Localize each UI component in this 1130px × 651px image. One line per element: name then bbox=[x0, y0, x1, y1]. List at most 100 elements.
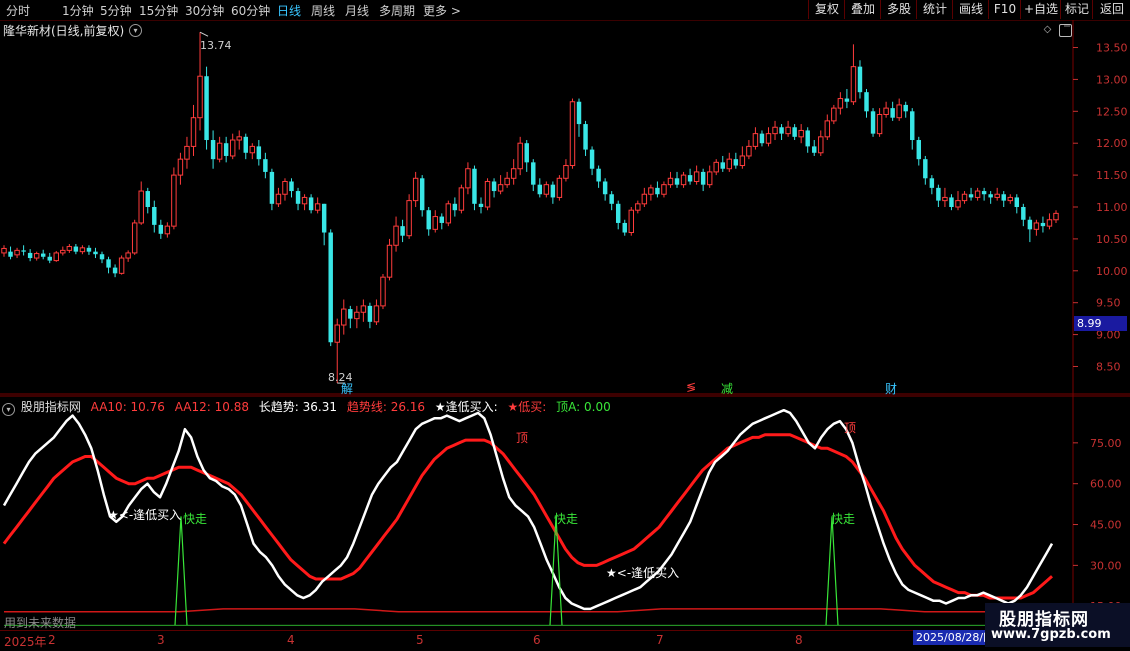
current-date-box: 2025/08/28/四 bbox=[913, 630, 988, 645]
candle-body bbox=[204, 76, 209, 141]
candle-body bbox=[1021, 207, 1026, 220]
candle-body bbox=[949, 197, 954, 207]
date-label: 3 bbox=[157, 633, 165, 647]
candle-body bbox=[125, 252, 131, 259]
candle-body bbox=[308, 197, 314, 211]
candle-body bbox=[497, 184, 504, 192]
candle-body bbox=[850, 66, 857, 103]
candle-body bbox=[216, 142, 223, 160]
candle-body bbox=[929, 178, 935, 188]
candle-body bbox=[661, 184, 667, 195]
current-price-tag: 8.99 bbox=[1074, 316, 1127, 331]
candle-body bbox=[687, 175, 693, 182]
candle-body bbox=[510, 168, 517, 179]
candle-body bbox=[615, 203, 621, 223]
candle-body bbox=[484, 180, 491, 208]
candle-body bbox=[955, 200, 961, 208]
price-tick-label: 11.50 bbox=[1096, 169, 1128, 182]
candle-body bbox=[348, 309, 353, 319]
fast-exit-spike bbox=[174, 516, 188, 626]
candle-body bbox=[890, 108, 895, 118]
date-label: 2025年 bbox=[4, 635, 47, 649]
candle-body bbox=[628, 209, 635, 234]
candle-body bbox=[655, 187, 660, 195]
indicator-name[interactable]: 股朋指标网 bbox=[21, 400, 81, 414]
indicator-tick-label: 45.00 bbox=[1090, 519, 1122, 532]
candle-body bbox=[314, 203, 321, 211]
candle-body bbox=[896, 104, 902, 119]
indicator-aa12: AA12: 10.88 bbox=[174, 400, 249, 414]
candle-body bbox=[752, 133, 759, 147]
event-mark-finance[interactable]: 财 bbox=[885, 380, 897, 397]
candle-body bbox=[8, 251, 13, 257]
event-mark-reduce[interactable]: 减 bbox=[721, 380, 733, 397]
high-price-label: 13.74 bbox=[200, 39, 232, 52]
candle-body bbox=[360, 305, 367, 313]
candle-body bbox=[563, 165, 569, 179]
date-label: 4 bbox=[287, 633, 295, 647]
candle-body bbox=[14, 249, 20, 256]
candle-body bbox=[158, 224, 164, 234]
candle-body bbox=[354, 311, 360, 320]
candle-body bbox=[86, 247, 92, 252]
bottom-line bbox=[4, 608, 1056, 613]
price-tick-label: 13.50 bbox=[1096, 42, 1128, 55]
candle-body bbox=[472, 168, 477, 204]
candle-body bbox=[550, 184, 556, 198]
candle-body bbox=[870, 111, 876, 134]
fast-exit-label: 快走 bbox=[554, 512, 579, 526]
candle-body bbox=[720, 162, 725, 169]
candle-body bbox=[1007, 196, 1013, 202]
candle-body bbox=[210, 140, 216, 160]
candle-body bbox=[923, 159, 928, 179]
candle-body bbox=[386, 244, 393, 278]
future-data-note: 用到未来数据 bbox=[4, 616, 77, 630]
high-arrow bbox=[199, 31, 209, 37]
candle-body bbox=[622, 222, 627, 233]
indicator-header: ▾ 股朋指标网 AA10: 10.76 AA12: 10.88 长趋势: 36.… bbox=[2, 398, 617, 416]
candle-body bbox=[269, 171, 275, 204]
chevron-down-icon[interactable]: ▾ bbox=[2, 403, 15, 416]
candle-body bbox=[798, 129, 804, 138]
date-label: 6 bbox=[533, 633, 541, 647]
candle-body bbox=[118, 257, 125, 274]
event-mark-arrow[interactable]: ≶ bbox=[686, 380, 696, 394]
candle-body bbox=[504, 177, 510, 186]
event-mark-unlock[interactable]: 解 bbox=[341, 380, 353, 397]
candle-body bbox=[1053, 212, 1059, 221]
candle-body bbox=[184, 145, 190, 160]
candle-body bbox=[968, 194, 974, 198]
candle-body bbox=[792, 127, 797, 137]
top-label: 顶 bbox=[844, 421, 857, 435]
candle-body bbox=[236, 136, 242, 141]
candle-body bbox=[47, 256, 52, 261]
candle-body bbox=[275, 193, 282, 205]
candle-body bbox=[66, 246, 73, 251]
candle-body bbox=[883, 107, 889, 115]
candle-body bbox=[524, 143, 529, 163]
candle-body bbox=[576, 101, 582, 125]
candle-body bbox=[994, 193, 1000, 198]
indicator-aa10: AA10: 10.76 bbox=[90, 400, 165, 414]
candle-body bbox=[569, 101, 576, 167]
indicator-low-buy: ★低买: bbox=[507, 400, 547, 414]
price-tick-label: 13.00 bbox=[1096, 73, 1128, 86]
candle-body bbox=[229, 139, 236, 157]
watermark-url: www.7gpzb.com bbox=[991, 627, 1111, 642]
indicator-long-trend: 长趋势: 36.31 bbox=[258, 400, 338, 414]
candle-body bbox=[99, 254, 105, 260]
candle-body bbox=[328, 232, 333, 343]
candle-body bbox=[177, 158, 184, 176]
candle-body bbox=[197, 75, 203, 119]
fast-exit-label: 快走 bbox=[831, 512, 856, 526]
buy-dip-label: ★<-逢低买入 bbox=[606, 566, 680, 580]
price-tick-label: 10.00 bbox=[1096, 265, 1128, 278]
candle-body bbox=[596, 168, 601, 182]
candle-body bbox=[635, 203, 641, 211]
candle-body bbox=[458, 187, 465, 211]
candle-body bbox=[1, 247, 7, 254]
candle-body bbox=[478, 203, 484, 207]
candle-body bbox=[733, 159, 739, 166]
candle-body bbox=[1046, 219, 1053, 227]
candle-body bbox=[321, 203, 327, 233]
